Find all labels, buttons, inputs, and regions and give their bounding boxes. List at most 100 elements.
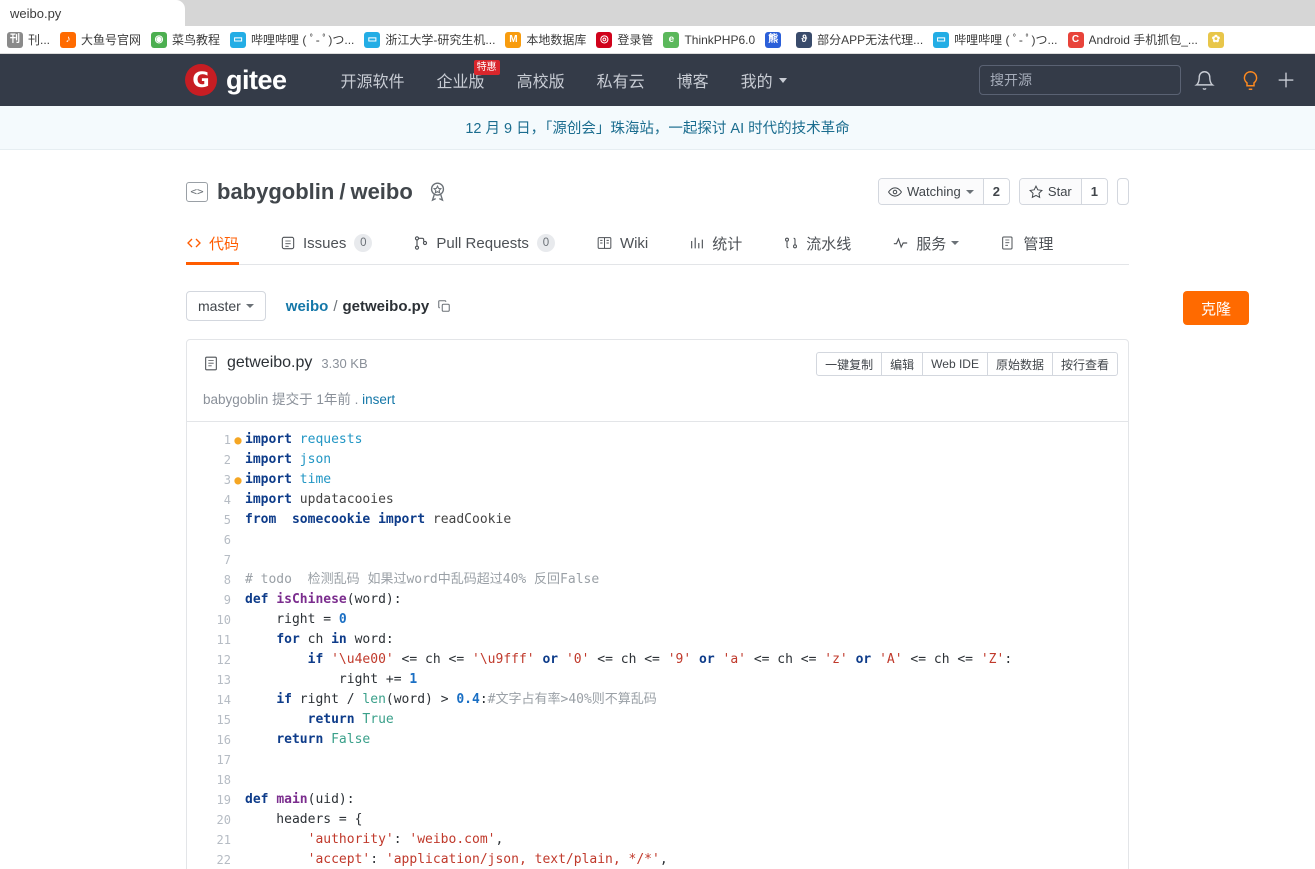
line-number[interactable]: 5 xyxy=(187,510,231,530)
tab-Pull Requests[interactable]: Pull Requests 0 xyxy=(413,222,555,264)
nav-badge: 特惠 xyxy=(473,60,500,75)
line-number[interactable]: 3 xyxy=(187,470,231,490)
gitee-logo[interactable]: G gitee xyxy=(185,64,287,96)
star-button-group[interactable]: Star 1 xyxy=(1018,178,1108,205)
line-source: if right / len(word) > 0.4:#文字占有率>40%则不算… xyxy=(245,690,1128,710)
code-token: len xyxy=(362,692,386,707)
line-number[interactable]: 12 xyxy=(187,650,231,670)
runoob-icon: ◉ xyxy=(151,31,168,48)
line-marker-icon xyxy=(231,590,245,610)
line-number[interactable]: 11 xyxy=(187,630,231,650)
copy-icon[interactable] xyxy=(437,299,451,313)
breadcrumb-dir[interactable]: weibo xyxy=(286,298,329,315)
line-number[interactable]: 16 xyxy=(187,730,231,750)
file-action-按行查看[interactable]: 按行查看 xyxy=(1053,353,1117,375)
code-line: 5 from somecookie import readCookie xyxy=(187,510,1128,530)
watch-button[interactable]: Watching xyxy=(878,179,983,204)
line-number[interactable]: 19 xyxy=(187,790,231,810)
watch-count[interactable]: 2 xyxy=(982,179,1009,204)
line-number[interactable]: 4 xyxy=(187,490,231,510)
commit-message[interactable]: insert xyxy=(362,392,395,407)
branch-selector[interactable]: master xyxy=(186,291,266,321)
line-source: def main(uid): xyxy=(245,790,1128,810)
line-number[interactable]: 13 xyxy=(187,670,231,690)
tab-服务[interactable]: 服务 xyxy=(892,222,960,264)
tab-统计[interactable]: 统计 xyxy=(689,222,742,264)
bookmark-item[interactable]: 刊刊... xyxy=(2,29,55,51)
tab-代码[interactable]: 代码 xyxy=(186,222,240,265)
line-number[interactable]: 18 xyxy=(187,770,231,790)
line-number[interactable]: 1 xyxy=(187,430,231,450)
code-line: 20 headers = { xyxy=(187,810,1128,830)
code-token: 'A' xyxy=(879,652,903,667)
bookmark-item[interactable]: ◉ 菜鸟教程 xyxy=(146,29,225,51)
code-token: False xyxy=(331,732,371,747)
star-count[interactable]: 1 xyxy=(1080,179,1107,204)
fork-button-group[interactable] xyxy=(1117,178,1129,205)
bilibili-icon: ▭ xyxy=(933,31,950,48)
bookmark-item[interactable]: ♪ 大鱼号官网 xyxy=(55,29,146,51)
nav-item-博客[interactable]: 博客 xyxy=(661,54,725,106)
line-number[interactable]: 21 xyxy=(187,830,231,850)
file-action-一键复制[interactable]: 一键复制 xyxy=(817,353,883,375)
nav-item-高校版[interactable]: 高校版 xyxy=(501,54,581,106)
file-action-编辑[interactable]: 编辑 xyxy=(882,353,924,375)
tab-Wiki[interactable]: Wiki xyxy=(596,222,648,264)
line-number[interactable]: 9 xyxy=(187,590,231,610)
repo-owner-link[interactable]: babygoblin xyxy=(217,179,334,205)
line-number[interactable]: 6 xyxy=(187,530,231,550)
code-token: updatacooies xyxy=(299,492,394,507)
line-marker-icon xyxy=(231,510,245,530)
line-number[interactable]: 8 xyxy=(187,570,231,590)
nav-item-我的[interactable]: 我的 xyxy=(725,54,803,106)
line-number[interactable]: 2 xyxy=(187,450,231,470)
star-button[interactable]: Star xyxy=(1019,179,1081,204)
commit-author[interactable]: babygoblin xyxy=(203,392,268,407)
lock-icon: ◎ xyxy=(596,31,613,48)
nav-item-私有云[interactable]: 私有云 xyxy=(581,54,661,106)
lightbulb-icon[interactable] xyxy=(1227,54,1273,106)
nav-item-企业版[interactable]: 企业版 特惠 xyxy=(421,54,501,106)
file-action-Web IDE[interactable]: Web IDE xyxy=(923,353,988,375)
repo-name-link[interactable]: weibo xyxy=(350,179,412,205)
gitee-logo-mark-icon: G xyxy=(185,64,217,96)
bookmark-item[interactable]: e ThinkPHP6.0 xyxy=(658,29,760,51)
announcement-banner[interactable]: 12 月 9 日，「源创会」珠海站，一起探讨 AI 时代的技术革命 xyxy=(0,106,1315,150)
line-number[interactable]: 17 xyxy=(187,750,231,770)
bookmark-item[interactable]: ▭ 浙江大学-研究生机... xyxy=(359,29,500,51)
line-number[interactable]: 14 xyxy=(187,690,231,710)
bell-icon[interactable] xyxy=(1181,54,1227,106)
bookmark-item[interactable]: ✿ xyxy=(1203,29,1234,51)
clone-button[interactable]: 克隆 xyxy=(1182,291,1249,325)
tab-label: Wiki xyxy=(619,234,649,252)
line-number[interactable]: 20 xyxy=(187,810,231,830)
bookmark-item[interactable]: ϑ 部分APP无法代理... xyxy=(791,29,928,51)
plus-icon[interactable] xyxy=(1273,54,1299,106)
line-marker-icon xyxy=(231,610,245,630)
bookmark-item[interactable]: ▭ 哔哩哔哩 ( ﾟ- ﾟ)つ... xyxy=(225,29,359,51)
bookmark-item[interactable]: M 本地数据库 xyxy=(500,29,591,51)
bookmark-label: 本地数据库 xyxy=(526,33,587,47)
search-input[interactable] xyxy=(979,65,1181,95)
line-number[interactable]: 15 xyxy=(187,710,231,730)
nav-item-label: 我的 xyxy=(740,74,773,91)
bookmark-item[interactable]: ▭ 哔哩哔哩 ( ﾟ- ﾟ)つ... xyxy=(928,29,1062,51)
file-action-原始数据[interactable]: 原始数据 xyxy=(988,353,1053,375)
tab-流水线[interactable]: 流水线 xyxy=(783,222,851,264)
line-number[interactable]: 22 xyxy=(187,850,231,869)
nav-item-开源软件[interactable]: 开源软件 xyxy=(325,54,421,106)
bookmark-item[interactable]: 熊 xyxy=(760,29,791,51)
code-token: time xyxy=(299,472,332,487)
file-card: getweibo.py 3.30 KB babygoblin 提交于 1年前 .… xyxy=(186,339,1129,869)
line-number[interactable]: 7 xyxy=(187,550,231,570)
bookmark-item[interactable]: ◎ 登录管 xyxy=(591,29,658,51)
line-number[interactable]: 10 xyxy=(187,610,231,630)
browser-tab[interactable]: weibo.py xyxy=(0,0,185,26)
bookmark-item[interactable]: C Android 手机抓包_... xyxy=(1063,29,1203,51)
tab-Issues[interactable]: Issues 0 xyxy=(280,222,373,264)
watch-button-group[interactable]: Watching 2 xyxy=(877,178,1010,205)
tab-管理[interactable]: 管理 xyxy=(1000,222,1053,264)
